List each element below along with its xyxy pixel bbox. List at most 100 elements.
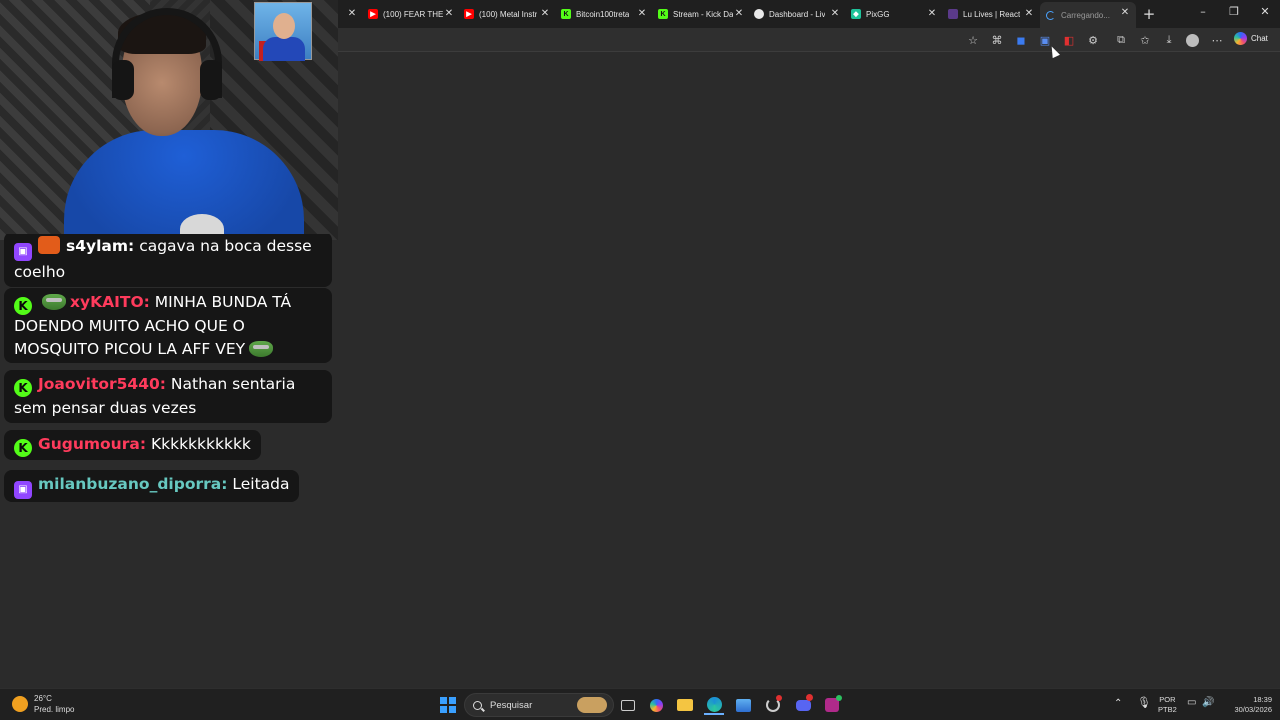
- chat-message: K Gugumoura: Kkkkkkkkkkk: [4, 430, 261, 460]
- copilot-taskbar-icon[interactable]: [646, 695, 666, 715]
- tab-close-partial[interactable]: ✕: [346, 3, 358, 25]
- screen: ✕ ▶ (100) FEAR THE ✕ ▶ (100) Metal Instr…: [0, 0, 1280, 720]
- kick-badge-icon: K: [14, 297, 32, 315]
- tab-title: Bitcoin100treta: [576, 9, 630, 19]
- search-highlight-icon: [577, 697, 607, 713]
- copilot-icon: [1234, 32, 1247, 45]
- chat-button-label: Chat: [1251, 34, 1268, 43]
- close-icon[interactable]: ✕: [540, 8, 550, 19]
- taskbar-search-box[interactable]: Pesquisar: [464, 693, 614, 717]
- tab-title: (100) Metal Instr: [479, 9, 538, 19]
- weather-temp: 26°C: [34, 694, 52, 703]
- close-window-icon[interactable]: ✕: [1255, 5, 1275, 18]
- chat-message: KxyKAITO: MINHA BUNDA TÁ DOENDO MUITO AC…: [4, 288, 332, 363]
- extension-controller-icon[interactable]: ⌘: [990, 33, 1004, 47]
- browser-toolbar: ☆ ⌘ ◼ ▣ ◧ ⚙ ⧉ ✩ ⤓ ⋯ Chat: [338, 28, 1280, 52]
- loading-spinner-icon: [1046, 10, 1055, 20]
- close-icon[interactable]: ✕: [1024, 8, 1034, 19]
- favorite-star-icon[interactable]: ☆: [966, 33, 980, 47]
- tab-title: PixGG: [866, 9, 890, 19]
- search-placeholder: Pesquisar: [490, 699, 533, 711]
- file-explorer-icon[interactable]: [675, 695, 695, 715]
- site-icon: [948, 9, 958, 19]
- chat-message: ▣ milanbuzano_diporra: Leitada: [4, 470, 300, 502]
- network-icon[interactable]: ▭: [1187, 698, 1196, 708]
- globe-icon: [754, 9, 764, 19]
- edge-browser-icon[interactable]: [704, 695, 724, 715]
- obs-refresh-icon[interactable]: [763, 695, 783, 715]
- tab-title: Carregando...: [1061, 10, 1110, 20]
- discord-icon[interactable]: [793, 694, 813, 715]
- keyboard-layout: PTB2: [1158, 705, 1177, 714]
- superman-poster: [254, 2, 312, 61]
- chat-text: Kkkkkkkkkkk: [150, 435, 251, 453]
- extensions-puzzle-icon[interactable]: ⚙: [1086, 33, 1100, 47]
- download-icon[interactable]: ⤓: [1162, 33, 1176, 47]
- close-icon[interactable]: ✕: [444, 8, 454, 19]
- more-menu-icon[interactable]: ⋯: [1210, 33, 1224, 47]
- favorites-icon[interactable]: ✩: [1138, 33, 1152, 47]
- clock[interactable]: 18:39 30/03/2026: [1222, 695, 1272, 715]
- chat-message: K Joaovitor5440: Nathan sentaria sem pens…: [4, 370, 332, 423]
- youtube-icon: ▶: [368, 9, 378, 19]
- tab-fear-the[interactable]: ▶ (100) FEAR THE ✕: [368, 3, 454, 25]
- tab-bitcoin100treta[interactable]: K Bitcoin100treta ✕: [561, 3, 647, 25]
- copilot-chat-button[interactable]: Chat: [1234, 32, 1268, 45]
- chat-message: ▣ s4ylam: cagava na boca desse coelho: [4, 234, 332, 287]
- tab-metal-instr[interactable]: ▶ (100) Metal Instr ✕: [464, 3, 550, 25]
- tab-title: (100) FEAR THE: [383, 9, 443, 19]
- close-icon[interactable]: ✕: [347, 8, 357, 19]
- tab-stream-kick[interactable]: K Stream - Kick Da ✕: [658, 3, 744, 25]
- twitch-badge-icon: ▣: [14, 481, 32, 499]
- youtube-icon: ▶: [464, 9, 474, 19]
- chat-username: s4ylam:: [66, 237, 135, 255]
- close-icon[interactable]: ✕: [637, 8, 647, 19]
- chat-text: Leitada: [232, 475, 290, 493]
- tab-lu-lives[interactable]: Lu Lives | React ✕: [948, 3, 1034, 25]
- tab-title: Stream - Kick Da: [673, 9, 733, 19]
- tray-chevron-icon[interactable]: ⌃: [1114, 699, 1122, 709]
- pepe-emote-icon: [249, 340, 274, 357]
- chat-username: Joaovitor5440:: [38, 375, 166, 393]
- language-code: POR: [1159, 695, 1176, 704]
- profile-avatar-icon[interactable]: [1185, 33, 1199, 47]
- kick-icon: K: [561, 9, 571, 19]
- close-icon[interactable]: ✕: [927, 8, 937, 19]
- close-icon[interactable]: ✕: [830, 8, 840, 19]
- close-icon[interactable]: ✕: [1120, 7, 1130, 18]
- headphone-earcup-left: [112, 60, 134, 100]
- split-screen-icon[interactable]: ⧉: [1114, 33, 1128, 47]
- kick-badge-icon: K: [14, 379, 32, 397]
- kick-badge-icon: K: [14, 439, 32, 457]
- restore-icon[interactable]: ❐: [1224, 5, 1244, 18]
- chat-username: milanbuzano_diporra:: [38, 475, 228, 493]
- weather-widget[interactable]: 26°C Pred. limpo: [12, 693, 74, 715]
- kick-icon: K: [658, 9, 668, 19]
- extension-office-icon[interactable]: ◧: [1062, 33, 1076, 47]
- chat-username: Gugumoura:: [38, 435, 147, 453]
- tab-title: Lu Lives | React: [963, 9, 1021, 19]
- search-icon: [473, 700, 482, 710]
- task-view-icon[interactable]: [618, 695, 638, 715]
- tab-pixgg[interactable]: ◆ PixGG ✕: [851, 3, 937, 25]
- pixgg-icon: ◆: [851, 9, 861, 19]
- weather-sun-icon: [12, 696, 28, 712]
- minimize-icon[interactable]: –: [1193, 5, 1213, 18]
- volume-icon[interactable]: 🔊: [1202, 698, 1214, 708]
- new-tab-plus-icon[interactable]: +: [1142, 5, 1156, 23]
- tab-dashboard[interactable]: Dashboard - Liv ✕: [754, 3, 840, 25]
- extension-shield-icon[interactable]: ◼: [1014, 33, 1028, 47]
- tab-carregando-active[interactable]: Carregando... ✕: [1040, 2, 1136, 28]
- windows-start-icon[interactable]: [438, 695, 458, 715]
- microphone-tray-icon[interactable]: 🎙: [1137, 698, 1151, 709]
- tab-title: Dashboard - Liv: [769, 9, 826, 19]
- sub-badge-icon: [38, 236, 60, 254]
- app-icon[interactable]: [822, 695, 842, 715]
- extension-translate-icon[interactable]: ▣: [1038, 33, 1052, 47]
- photos-icon[interactable]: [733, 695, 753, 715]
- twitch-badge-icon: ▣: [14, 243, 32, 261]
- close-icon[interactable]: ✕: [734, 8, 744, 19]
- pepe-emote-icon: [42, 294, 66, 310]
- weather-desc: Pred. limpo: [34, 705, 75, 714]
- language-indicator[interactable]: POR PTB2: [1158, 695, 1177, 715]
